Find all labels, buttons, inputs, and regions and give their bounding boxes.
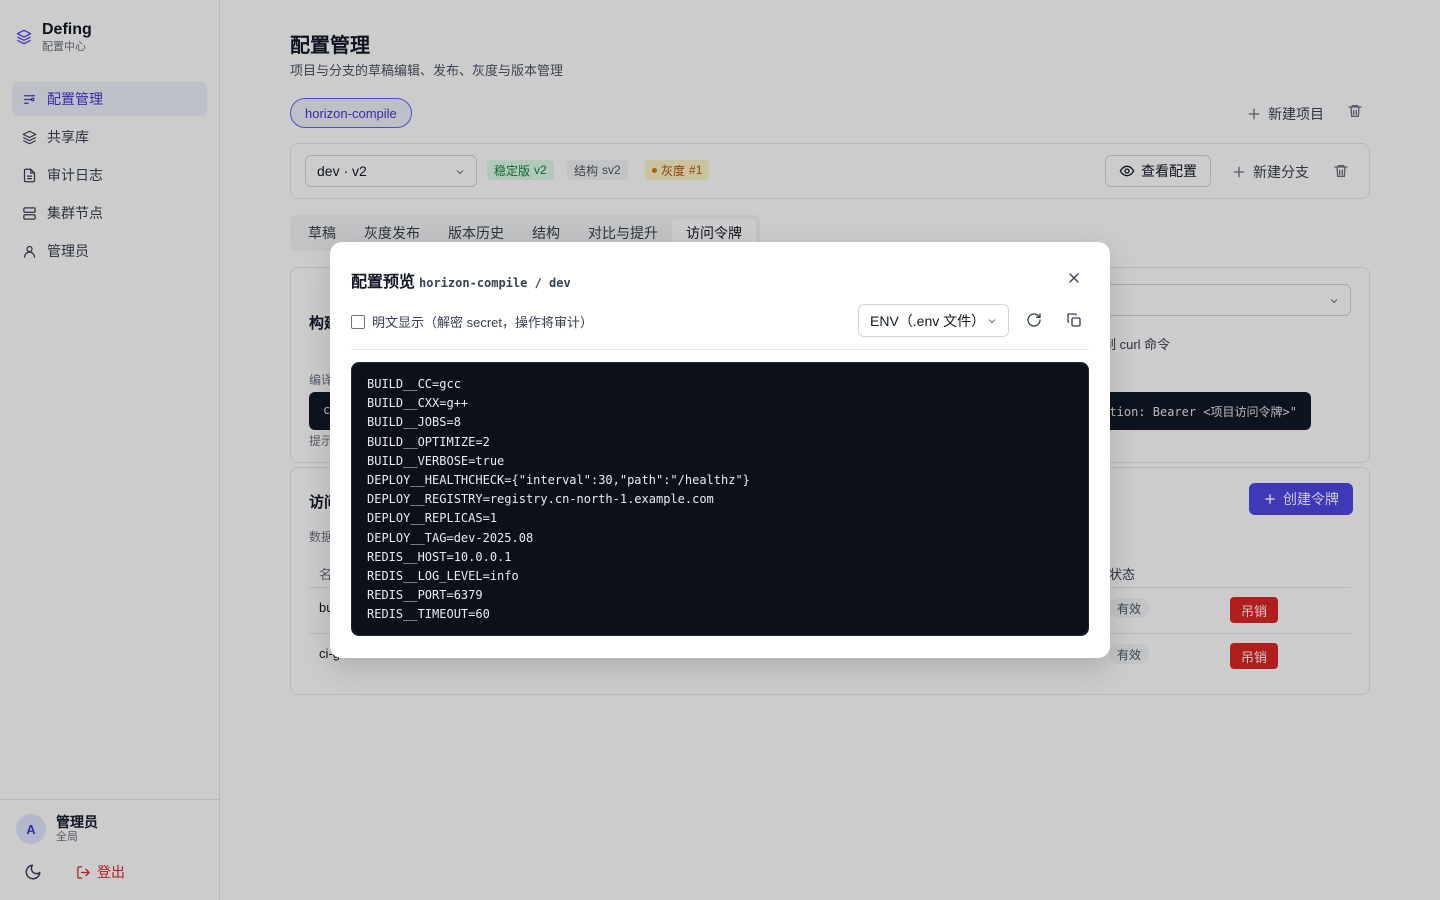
code-line: BUILD__OPTIMIZE=2: [367, 434, 490, 449]
config-code-block: BUILD__CC=gcc BUILD__CXX=g++ BUILD__JOBS…: [351, 362, 1089, 636]
modal-title-text: 配置预览: [351, 274, 416, 291]
code-line: REDIS__LOG_LEVEL=info: [367, 569, 519, 584]
config-preview-modal: 配置预览 horizon-compile / dev 明文显示（解密 secre…: [330, 242, 1110, 658]
refresh-icon[interactable]: [1026, 312, 1042, 328]
code-line: REDIS__TIMEOUT=60: [367, 607, 490, 622]
copy-icon[interactable]: [1066, 312, 1082, 328]
plaintext-toggle[interactable]: 明文显示（解密 secret，操作将审计）: [351, 312, 593, 331]
plaintext-checkbox[interactable]: [351, 314, 365, 329]
code-line: DEPLOY__REGISTRY=registry.cn-north-1.exa…: [367, 492, 714, 507]
code-line: BUILD__CC=gcc: [367, 377, 461, 391]
code-line: BUILD__JOBS=8: [367, 415, 461, 430]
code-line: BUILD__CXX=g++: [367, 396, 469, 411]
modal-title: 配置预览 horizon-compile / dev: [351, 268, 571, 292]
modal-divider: [351, 349, 1089, 350]
plaintext-label: 明文显示（解密 secret，操作将审计）: [372, 315, 594, 330]
modal-path: horizon-compile / dev: [419, 276, 571, 290]
chevron-down-icon: [988, 319, 996, 324]
code-line: DEPLOY__HEALTHCHECK={"interval":30,"path…: [367, 473, 750, 488]
format-select-value: ENV（.env 文件）: [870, 312, 986, 329]
app-root: Defing 配置中心 配置管理 共享库 审计日志 集群节点 管理员 A 管理员…: [0, 0, 1440, 900]
code-line: BUILD__VERBOSE=true: [367, 453, 505, 468]
format-select[interactable]: ENV（.env 文件）: [858, 304, 1009, 337]
code-line: REDIS__HOST=10.0.0.1: [367, 549, 512, 564]
code-line: DEPLOY__TAG=dev-2025.08: [367, 530, 534, 545]
code-line: DEPLOY__REPLICAS=1: [367, 511, 498, 526]
close-icon[interactable]: [1066, 270, 1082, 286]
code-line: REDIS__PORT=6379: [367, 588, 483, 603]
